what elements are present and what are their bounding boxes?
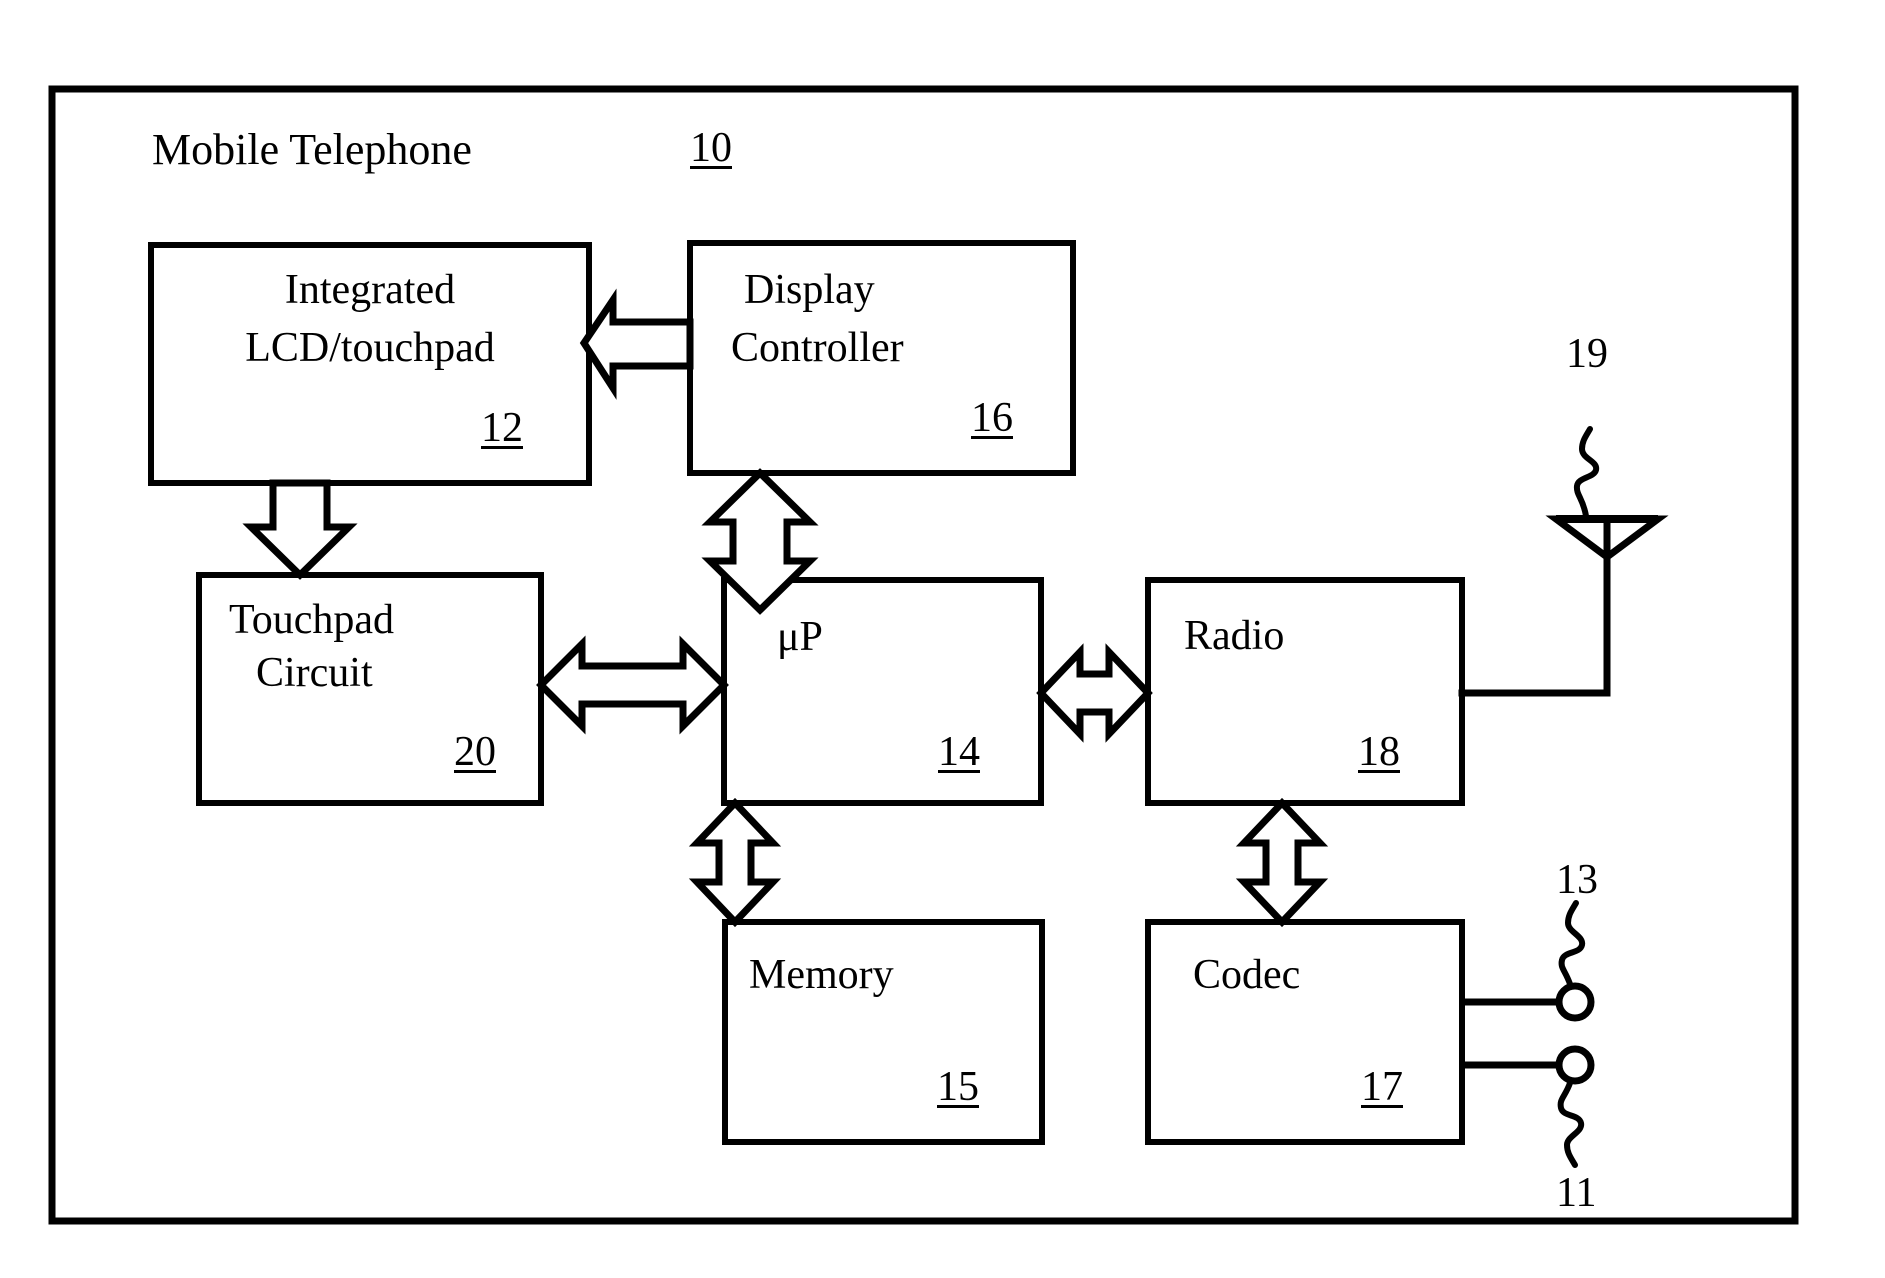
figure-reference-number: 10 <box>690 125 732 171</box>
connector-touchpad-circuit-to-microprocessor <box>536 635 729 735</box>
connector-radio-to-codec <box>1235 797 1329 928</box>
connector-microprocessor-to-memory <box>688 797 782 928</box>
connector-microprocessor-to-radio <box>1036 643 1153 743</box>
block-ref-touchpad-circuit: 20 <box>454 729 496 775</box>
antenna-symbol <box>1545 515 1669 562</box>
patent-figure: Mobile Telephone 10 Integrated LCD/touch… <box>0 0 1885 1278</box>
figure-title: Mobile Telephone <box>152 125 472 174</box>
block-ref-lcd: 12 <box>481 405 523 451</box>
leader-line-speaker <box>1558 900 1586 987</box>
block-ref-codec: 17 <box>1361 1064 1403 1110</box>
microphone-reference-number: 11 <box>1556 1170 1597 1216</box>
leader-line-microphone <box>1557 1080 1585 1168</box>
block-ref-display-controller: 16 <box>971 395 1013 441</box>
microphone-terminal-icon <box>1555 1045 1595 1085</box>
leader-line-antenna <box>1573 426 1600 519</box>
block-ref-memory: 15 <box>937 1064 979 1110</box>
block-label-display-controller-line2: Controller <box>731 325 904 371</box>
block-microprocessor <box>721 577 1044 806</box>
block-label-display-controller-line1: Display <box>744 267 875 313</box>
block-label-radio: Radio <box>1184 613 1285 659</box>
connector-display-controller-to-lcd <box>579 288 694 400</box>
connector-lcd-to-touchpad-circuit <box>242 479 358 580</box>
block-label-touchpad-circuit-line1: Touchpad <box>229 597 395 643</box>
antenna-reference-number: 19 <box>1566 331 1608 377</box>
block-label-memory: Memory <box>749 952 894 998</box>
speaker-terminal-icon <box>1555 982 1595 1022</box>
block-ref-microprocessor: 14 <box>938 729 980 775</box>
block-ref-radio: 18 <box>1358 729 1400 775</box>
block-label-microprocessor: μP <box>777 614 823 660</box>
speaker-reference-number: 13 <box>1556 857 1598 903</box>
block-label-lcd-line2: LCD/touchpad <box>245 325 495 371</box>
connector-radio-to-antenna <box>1458 548 1611 697</box>
block-label-touchpad-circuit-line2: Circuit <box>256 650 373 696</box>
block-label-lcd-line1: Integrated <box>284 267 456 313</box>
block-label-codec: Codec <box>1193 952 1301 998</box>
